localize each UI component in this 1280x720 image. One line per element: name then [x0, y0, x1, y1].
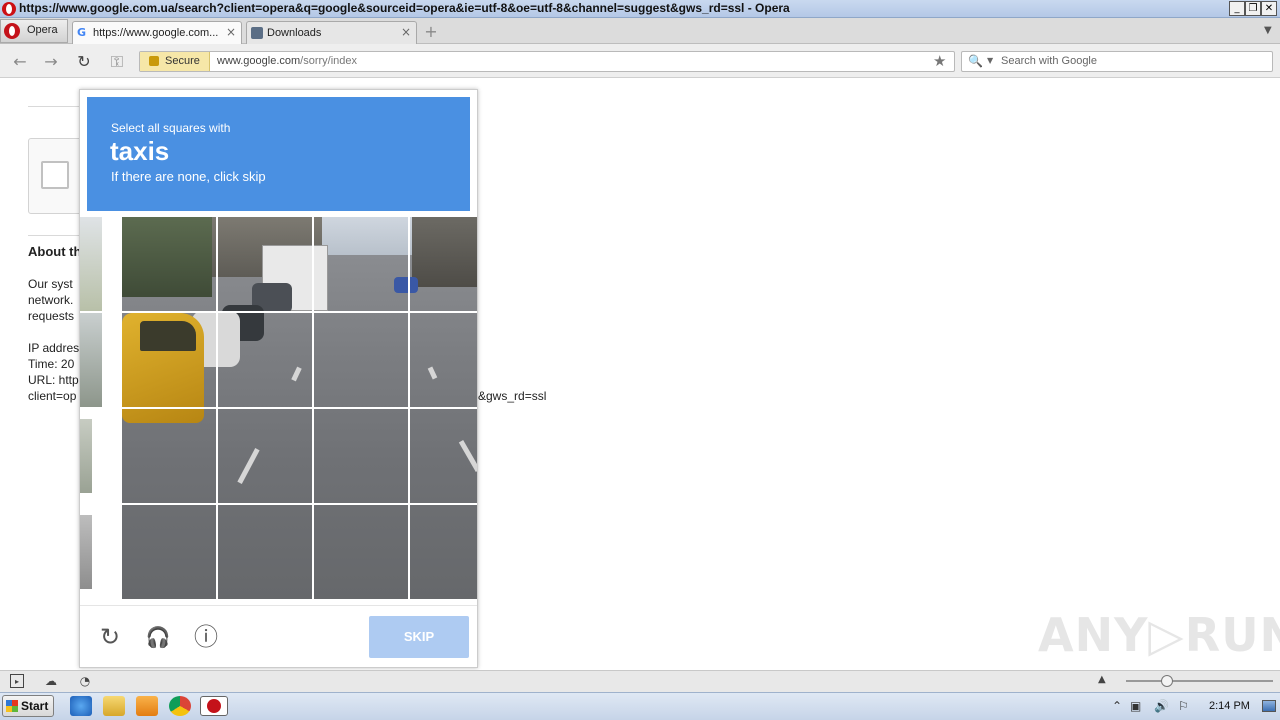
page-text-line: requests	[28, 309, 75, 323]
chrome-icon[interactable]	[169, 696, 191, 716]
divider	[28, 106, 80, 107]
captcha-target-object: taxis	[110, 136, 170, 166]
opera-app-icon	[2, 2, 16, 16]
zoom-slider-handle[interactable]	[1161, 675, 1173, 687]
network-flag-icon[interactable]: ⚐	[1178, 699, 1189, 713]
captcha-tile[interactable]	[314, 505, 409, 599]
page-text-line: Time: 20	[28, 357, 75, 371]
captcha-tile[interactable]	[314, 313, 409, 408]
tab-label: https://www.google.com...	[93, 27, 219, 39]
secure-label: Secure	[165, 55, 200, 67]
captcha-tile[interactable]	[314, 217, 409, 312]
search-icon: 🔍	[968, 54, 983, 68]
volume-icon[interactable]: 🔊	[1154, 699, 1169, 713]
captcha-instruction-sub: If there are none, click skip	[111, 169, 266, 184]
tab-label: Downloads	[267, 27, 322, 39]
zoom-slider-track[interactable]	[1126, 680, 1273, 682]
page-text-line: IP addres	[28, 341, 80, 355]
zoom-expand-icon[interactable]: ▲	[1098, 674, 1106, 685]
action-center-icon[interactable]: ▣	[1130, 699, 1141, 713]
opera-taskbar-icon[interactable]	[200, 696, 228, 716]
windows-taskbar	[0, 692, 1280, 720]
start-button[interactable]: Start	[2, 695, 54, 717]
previous-image-strip	[80, 313, 102, 407]
captcha-tile[interactable]	[122, 217, 217, 312]
window-title: https://www.google.com.ua/search?client=…	[19, 1, 790, 15]
opera-menu-button[interactable]: Opera	[0, 19, 68, 43]
previous-image-strip	[80, 217, 102, 311]
lock-icon	[149, 56, 159, 66]
google-favicon-icon: G	[77, 26, 87, 39]
downloads-icon	[251, 27, 263, 39]
folder-icon[interactable]	[103, 696, 125, 716]
reload-icon[interactable]: ↻	[74, 52, 94, 72]
start-label: Start	[21, 699, 49, 713]
divider	[28, 235, 80, 236]
page-text-line: URL: http	[28, 373, 79, 387]
captcha-tile[interactable]	[410, 409, 477, 504]
page-text-line: client=op	[28, 389, 77, 403]
bookmark-star-icon[interactable]: ★	[933, 52, 946, 70]
show-desktop-button[interactable]	[1262, 700, 1276, 712]
forward-arrow-icon[interactable]: →	[41, 52, 61, 72]
captcha-tile[interactable]	[218, 505, 313, 599]
back-arrow-icon[interactable]: ←	[10, 52, 30, 72]
captcha-footer-divider	[80, 605, 477, 606]
about-heading: About th	[28, 244, 82, 259]
captcha-tile[interactable]	[218, 313, 313, 408]
new-tab-button[interactable]: +	[422, 23, 440, 41]
captcha-tile[interactable]	[218, 217, 313, 312]
browser-status-bar	[0, 670, 1280, 692]
tab-list-chevron-icon[interactable]: ▼	[1264, 25, 1272, 36]
opera-menu-label: Opera	[27, 24, 58, 36]
anyrun-watermark: ANY▷RUN	[1038, 608, 1280, 662]
restore-button[interactable]: ❐	[1245, 1, 1261, 16]
captcha-tile[interactable]	[410, 313, 477, 408]
captcha-tile[interactable]	[122, 313, 217, 408]
media-player-icon[interactable]	[136, 696, 158, 716]
secure-badge[interactable]: Secure	[140, 52, 210, 71]
minimize-button[interactable]: _	[1229, 1, 1245, 16]
page-text-line: Our syst	[28, 277, 73, 291]
tab-google-search[interactable]: G https://www.google.com... ×	[72, 21, 242, 44]
url-text[interactable]: www.google.com/sorry/index	[217, 55, 357, 67]
captcha-tile[interactable]	[122, 409, 217, 504]
panel-toggle-icon[interactable]: ▸	[10, 674, 24, 688]
recaptcha-checkbox[interactable]	[41, 161, 69, 189]
turbo-cloud-icon[interactable]: ☁	[44, 674, 58, 688]
close-window-button[interactable]: ✕	[1261, 1, 1277, 16]
reload-challenge-icon[interactable]: ↻	[95, 622, 125, 652]
tray-expand-icon[interactable]: ⌃	[1112, 699, 1122, 713]
previous-image-strip	[80, 515, 92, 589]
page-text-line: network.	[28, 293, 74, 307]
tab-downloads[interactable]: Downloads ×	[246, 21, 417, 44]
search-placeholder: Search with Google	[1001, 55, 1097, 67]
url-tail-text: &gws_rd=ssl	[478, 389, 547, 403]
tab-close-icon[interactable]: ×	[401, 25, 411, 39]
windows-logo-icon	[6, 700, 18, 712]
url-path: /sorry/index	[300, 55, 358, 67]
speed-dial-icon[interactable]: ◔	[78, 674, 92, 688]
captcha-tile[interactable]	[410, 505, 477, 599]
grid-separator	[122, 407, 477, 409]
captcha-tile[interactable]	[218, 409, 313, 504]
taskbar-clock[interactable]: 2:14 PM	[1209, 700, 1250, 712]
captcha-tile[interactable]	[410, 217, 477, 312]
captcha-tile[interactable]	[122, 505, 217, 599]
captcha-tile[interactable]	[314, 409, 409, 504]
info-icon[interactable]: ⓘ	[191, 622, 221, 652]
url-host: www.google.com	[217, 55, 301, 67]
grid-separator	[122, 503, 477, 505]
opera-logo-icon	[4, 23, 20, 39]
audio-challenge-icon[interactable]: 🎧	[143, 622, 173, 652]
previous-image-strip	[80, 419, 92, 493]
captcha-instruction: Select all squares with	[111, 121, 231, 135]
search-engine-chevron-icon[interactable]: ▼	[987, 56, 993, 65]
tab-close-icon[interactable]: ×	[226, 25, 236, 39]
skip-button[interactable]: SKIP	[369, 616, 469, 658]
grid-separator	[122, 311, 477, 313]
internet-explorer-icon[interactable]	[70, 696, 92, 716]
key-icon[interactable]: ⚿	[106, 52, 128, 72]
